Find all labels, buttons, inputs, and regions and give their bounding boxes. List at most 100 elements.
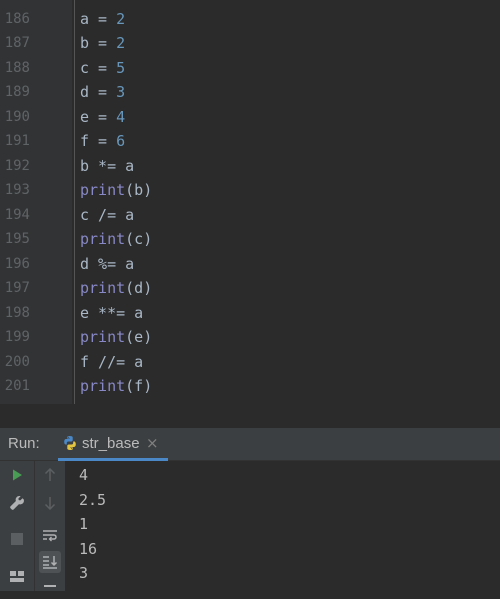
stop-button[interactable] (6, 528, 28, 550)
output-line: 1 (79, 515, 89, 533)
code-line[interactable]: 191 f = 6 (0, 129, 500, 154)
code-text: a = 2 (80, 7, 125, 32)
play-icon (13, 469, 22, 481)
line-number: 190 (4, 108, 30, 125)
print-button[interactable] (39, 577, 61, 599)
console-toolbar (34, 461, 65, 591)
line-number: 195 (4, 231, 30, 247)
builtin-function: print (80, 279, 126, 297)
code-line[interactable]: 195 print(c) (0, 227, 500, 252)
code-line[interactable]: 197 print(d) (0, 276, 500, 301)
builtin-function: print (80, 230, 126, 248)
code-line[interactable]: 186 a = 2 (0, 7, 500, 32)
operator: = (89, 107, 117, 126)
code-line[interactable]: 193 print(b) (0, 178, 500, 203)
number-literal: 3 (116, 83, 126, 101)
number-literal: 5 (116, 58, 126, 77)
code-line[interactable]: 188 c = 5 (0, 56, 500, 81)
code-text: b *= a (80, 156, 135, 175)
variable-name: f (80, 132, 90, 150)
builtin-function: print (80, 181, 126, 199)
soft-wrap-icon (43, 530, 57, 542)
number-literal: 2 (116, 34, 126, 52)
line-number: 189 (4, 84, 30, 100)
close-icon[interactable]: × (146, 434, 159, 452)
code-text: e **= a (80, 303, 144, 322)
code-text: print(d) (80, 276, 152, 301)
line-number: 191 (4, 133, 30, 149)
operator: = (89, 132, 117, 150)
line-number: 199 (4, 329, 30, 345)
code-text: print(b) (80, 178, 152, 203)
line-number: 200 (4, 353, 30, 370)
code-line[interactable]: 194 c /= a (0, 203, 500, 228)
code-line[interactable]: 201 print(f) (0, 374, 500, 399)
down-stack-button[interactable] (39, 492, 61, 514)
edit-configuration-button[interactable] (6, 492, 28, 514)
stop-icon (11, 533, 23, 545)
code-line[interactable]: 190 e = 4 (0, 105, 500, 130)
wrench-icon (10, 496, 24, 510)
panel-splitter[interactable] (0, 404, 500, 428)
variable-name: b (80, 34, 90, 52)
code-line[interactable]: 199 print(e) (0, 325, 500, 350)
output-line: 2.5 (79, 490, 107, 509)
arrow-up-icon (44, 468, 56, 481)
code-line[interactable]: 189 d = 3 (0, 80, 500, 105)
operator: = (89, 9, 117, 28)
code-line[interactable]: 192 b *= a (0, 154, 500, 179)
number-literal: 6 (116, 132, 126, 150)
line-number: 198 (4, 304, 30, 321)
code-text: print(f) (80, 374, 152, 399)
code-text: d = 3 (80, 80, 125, 105)
run-toolbar (0, 461, 34, 591)
operator: = (89, 83, 117, 101)
console-output[interactable]: 4 2.5 1 16 3 (65, 461, 500, 591)
code-editor[interactable]: 186 a = 2 187 b = 2 188 c = 5 189 d = 3 190 e = 4… (0, 0, 500, 404)
line-number: 186 (4, 10, 30, 27)
line-number: 196 (4, 255, 30, 272)
line-number: 194 (4, 206, 30, 223)
run-tool-window-header: Run: str_base × (0, 428, 500, 461)
code-text: print(c) (80, 227, 152, 252)
variable-name: c (80, 58, 90, 77)
variable-name: e (80, 107, 90, 126)
code-line[interactable]: 200 f //= a (0, 350, 500, 375)
run-config-tab[interactable]: str_base × (58, 428, 168, 461)
rerun-button[interactable] (6, 464, 28, 486)
code-text: c /= a (80, 205, 135, 224)
code-line[interactable]: 187 b = 2 (0, 31, 500, 56)
soft-wrap-button[interactable] (39, 524, 61, 546)
builtin-function: print (80, 328, 126, 346)
line-number: 188 (4, 59, 30, 76)
scroll-to-end-button[interactable] (39, 551, 61, 573)
operator: = (89, 34, 117, 52)
line-number: 201 (4, 378, 30, 394)
line-number: 197 (4, 280, 30, 296)
run-label: Run: (8, 435, 40, 452)
operator: = (89, 58, 117, 77)
call-arguments: (e) (125, 328, 153, 346)
output-line: 4 (79, 466, 89, 484)
code-text: e = 4 (80, 105, 125, 130)
line-number: 192 (4, 157, 30, 174)
call-arguments: (f) (125, 377, 153, 395)
run-tab-title: str_base (82, 435, 140, 452)
call-arguments: (b) (125, 181, 153, 199)
layout-button[interactable] (6, 565, 28, 587)
number-literal: 4 (116, 107, 126, 126)
code-line[interactable]: 198 e **= a (0, 301, 500, 326)
print-icon (44, 585, 56, 587)
call-arguments: (c) (125, 230, 153, 248)
code-text: print(e) (80, 325, 152, 350)
up-stack-button[interactable] (39, 464, 61, 486)
code-line[interactable]: 196 d %= a (0, 252, 500, 277)
output-line: 3 (79, 564, 89, 582)
variable-name: d (80, 83, 90, 101)
builtin-function: print (80, 377, 126, 395)
call-arguments: (d) (125, 279, 153, 297)
code-text: f //= a (80, 352, 144, 371)
code-text: b = 2 (80, 31, 125, 56)
code-text: d %= a (80, 254, 135, 273)
arrow-down-icon (44, 497, 56, 510)
